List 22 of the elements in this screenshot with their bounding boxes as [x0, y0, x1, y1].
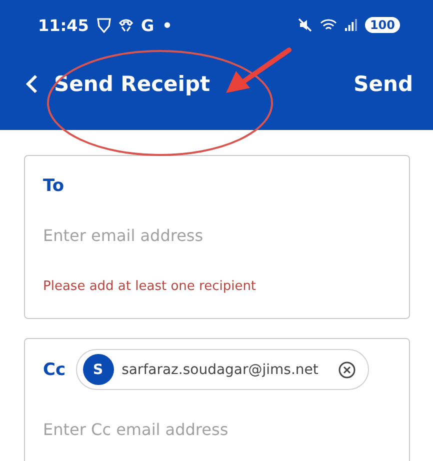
- annotation-arrow: [226, 48, 292, 93]
- shield-icon: [96, 17, 111, 33]
- status-time: 11:45: [38, 16, 89, 34]
- chip-email: sarfaraz.soudagar@jims.net: [122, 362, 318, 378]
- battery-indicator: 100: [364, 17, 400, 33]
- cc-label: Cc: [43, 360, 66, 380]
- avatar: S: [82, 354, 114, 385]
- mute-icon: [298, 18, 312, 32]
- error-message: Please add at least one recipient: [43, 279, 258, 294]
- to-label: To: [43, 176, 66, 196]
- recipient-chip[interactable]: S sarfaraz.soudagar@jims.net: [76, 349, 370, 390]
- back-button[interactable]: [26, 74, 38, 94]
- signal-icon: [344, 19, 357, 31]
- to-input-field[interactable]: Enter email address: [43, 226, 391, 245]
- status-dot: •: [162, 16, 172, 34]
- wifi-icon: [320, 18, 337, 32]
- cc-input-field[interactable]: Enter Cc email address: [43, 420, 391, 439]
- status-letter: G: [140, 16, 154, 34]
- screen-title: Send Receipt: [54, 72, 210, 96]
- call-icon: [118, 18, 133, 32]
- send-button[interactable]: Send: [354, 72, 413, 96]
- remove-button[interactable]: [338, 360, 356, 378]
